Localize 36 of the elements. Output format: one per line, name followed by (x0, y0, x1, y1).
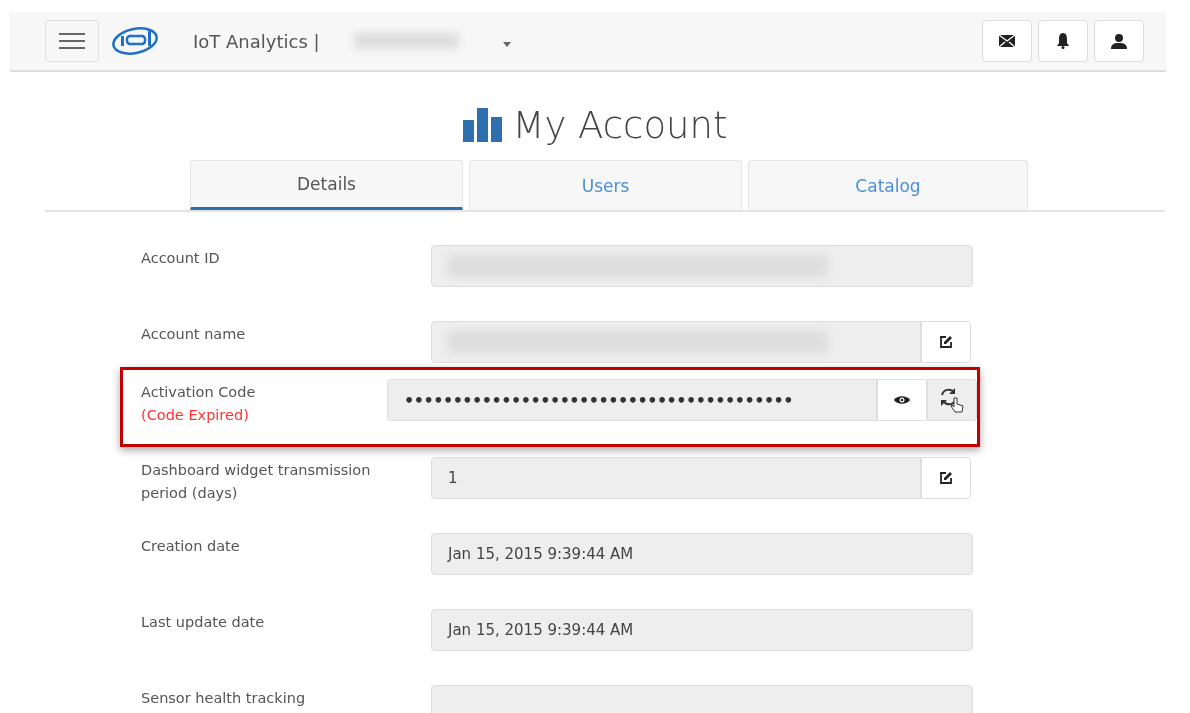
refresh-icon (939, 386, 965, 414)
envelope-icon (999, 35, 1015, 47)
edit-button[interactable] (921, 321, 971, 363)
notifications-button[interactable] (1038, 20, 1088, 62)
field-label: Sensor health tracking (141, 689, 307, 708)
user-icon (1111, 33, 1127, 49)
show-button[interactable] (877, 379, 927, 421)
user-button[interactable] (1094, 20, 1144, 62)
eye-icon (894, 395, 910, 405)
page-title: My Account (512, 103, 728, 147)
edit-icon (939, 335, 953, 349)
menu-button[interactable] (45, 20, 99, 62)
text-field[interactable]: 1 (431, 457, 921, 499)
edit-icon (939, 471, 953, 485)
field-label: Account name (141, 325, 247, 344)
field-label: Account ID (141, 249, 221, 268)
field-label: Activation Code (141, 383, 257, 402)
tab[interactable]: Details (190, 160, 463, 210)
text-field[interactable] (431, 245, 973, 287)
text-field[interactable] (431, 321, 921, 363)
text-field[interactable]: Jan 15, 2015 9:39:44 AM (431, 609, 973, 651)
menu-icon (59, 32, 85, 50)
text-field[interactable]: •••••••••••••••••••••••••••••••••••••••• (387, 379, 877, 421)
logo-icon (111, 26, 159, 56)
field-label: Dashboard widget transmission period (days) (141, 461, 371, 503)
status-note: (Code Expired) (141, 406, 250, 425)
field-label: Last update date (141, 613, 266, 632)
refresh-button[interactable] (927, 379, 977, 421)
bar-chart-icon (462, 108, 503, 142)
messages-button[interactable] (982, 20, 1032, 62)
text-field[interactable]: Jan 15, 2015 9:39:44 AM (431, 533, 973, 575)
edit-button[interactable] (921, 457, 971, 499)
caret-icon[interactable] (502, 41, 511, 47)
bell-icon (1056, 33, 1070, 49)
brand-name: IoT Analytics | (193, 30, 320, 52)
field-label: Creation date (141, 537, 241, 556)
